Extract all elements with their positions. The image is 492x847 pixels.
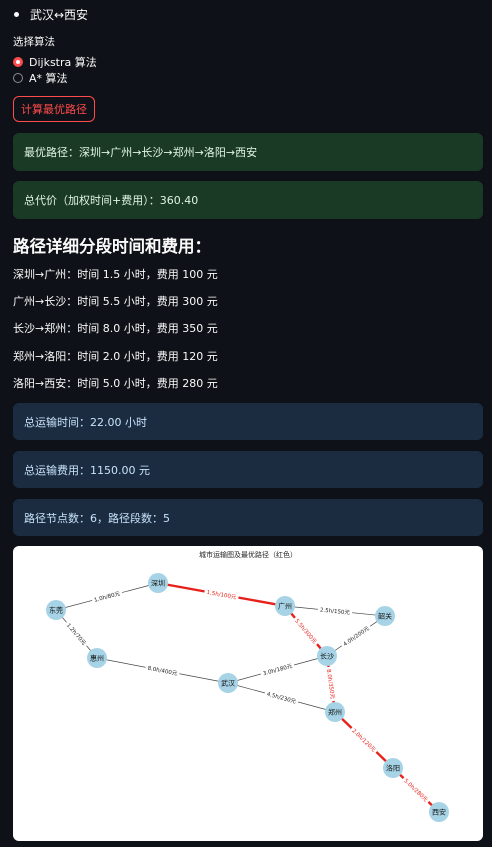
graph-edge-label: 1.5h/100元 [206,589,237,601]
segment-row: 广州→长沙：时间 5.5 小时，费用 300 元 [13,295,218,308]
total-cost-alert: 总代价（加权时间+费用）：360.40 [13,181,483,219]
route-graph-svg: 城市运输图及最优路径（红色） 1.0h/80元 1.2h/70元 1.5h/100元… [46,550,449,822]
graph-edge-label: 8.0h/400元 [147,665,178,678]
graph-node-label: 武汉 [221,679,235,688]
graph-edge-label: 2.5h/150元 [320,607,351,617]
segment-row: 洛阳→西安：时间 5.0 小时，费用 280 元 [13,377,218,390]
total-fee-alert: 总运输费用：1150.00 元 [13,451,483,488]
route-list-item: 武汉↔西安 [10,6,88,23]
calculate-path-button[interactable]: 计算最优路径 [13,96,95,122]
graph-edge-label: 5.5h/300元 [293,618,318,646]
graph-edge-label: 3.0h/180元 [262,663,293,678]
details-heading: 路径详细分段时间和费用： [13,237,211,256]
total-time-text: 总运输时间：22.00 小时 [24,415,147,429]
radio-astar[interactable]: A* 算法 [13,70,68,86]
total-cost-text: 总代价（加权时间+费用）：360.40 [24,194,199,207]
graph-node-label: 长沙 [320,652,334,661]
graph-edge-label: 1.2h/70元 [65,622,88,647]
segment-row: 深圳→广州：时间 1.5 小时，费用 100 元 [13,268,218,281]
total-time-alert: 总运输时间：22.00 小时 [13,403,483,440]
graph-node-label: 郑州 [328,709,342,717]
bullet-dot-icon [14,12,19,17]
graph-node-label: 东莞 [49,606,63,615]
radio-dijkstra-label: Dijkstra 算法 [29,56,97,69]
radio-dijkstra[interactable]: Dijkstra 算法 [13,54,97,70]
graph-node-label: 西安 [432,808,446,817]
radio-selected-icon[interactable] [13,57,23,67]
radio-astar-label: A* 算法 [29,72,68,85]
graph-node-label: 洛阳 [386,764,400,773]
segment-row: 长沙→郑州：时间 8.0 小时，费用 350 元 [13,322,218,335]
best-path-alert: 最优路径：深圳→广州→长沙→郑州→洛阳→西安 [13,133,483,171]
route-graph-figure: 城市运输图及最优路径（红色） 1.0h/80元 1.2h/70元 1.5h/100元… [13,546,483,841]
graph-title: 城市运输图及最优路径（红色） [199,550,297,559]
graph-edge-label: 4.0h/200元 [342,625,371,648]
route-item-text: 武汉↔西安 [30,8,89,22]
path-count-alert: 路径节点数：6，路径段数：5 [13,499,483,536]
graph-node-label: 惠州 [90,654,104,663]
algorithm-label: 选择算法 [13,36,55,48]
path-count-text: 路径节点数：6，路径段数：5 [24,511,170,525]
graph-edge-label: 4.5h/230元 [266,691,297,706]
graph-edge-label: 5.0h/280元 [402,777,429,803]
radio-unselected-icon[interactable] [13,73,23,83]
graph-edge-label: 1.0h/80元 [93,590,121,604]
graph-node-label: 广州 [278,602,292,611]
segment-row: 郑州→洛阳：时间 2.0 小时，费用 120 元 [13,350,218,363]
graph-edge-label: 2.0h/120元 [350,727,377,753]
graph-node-label: 韶关 [378,612,392,621]
graph-node-label: 深圳 [151,579,165,588]
total-fee-text: 总运输费用：1150.00 元 [24,463,150,477]
best-path-text: 最优路径：深圳→广州→长沙→郑州→洛阳→西安 [24,146,258,159]
